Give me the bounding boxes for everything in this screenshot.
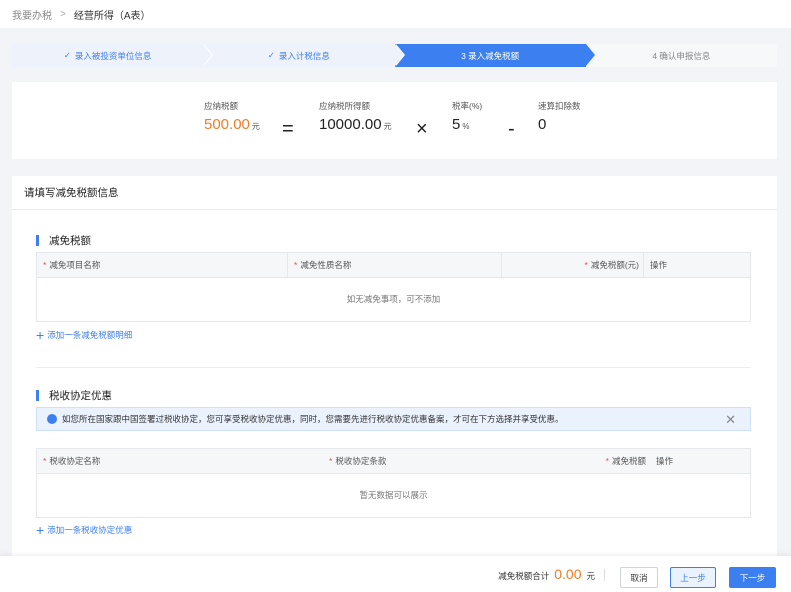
treaty-table: * 税收协定名称 * 税收协定条款 * 减免税额 操作 暂无数据可以展示	[36, 448, 751, 518]
column-header: * 税收协定条款	[329, 456, 387, 466]
minus-icon: -	[508, 118, 515, 140]
treaty-notice: 如您所在国家跟中国签署过税收协定，您可享受税收协定优惠，同时，您需要先进行税收协…	[36, 407, 751, 431]
step-1: ✓ 录入被投资单位信息	[12, 44, 214, 67]
section-marker	[36, 390, 39, 401]
panel-title: 请填写减免税额信息	[12, 176, 777, 210]
table-header: * 税收协定名称 * 税收协定条款 * 减免税额 操作	[37, 449, 750, 474]
check-icon: ✓	[63, 50, 71, 60]
step-label: 3 录入减免税额	[461, 50, 520, 61]
step-3: 3 录入减免税额	[394, 44, 595, 67]
quick-deduction: 速算扣除数 0	[538, 100, 581, 133]
column-header: 操作	[656, 456, 674, 466]
reduction-panel: 请填写减免税额信息 减免税额 * 减免项目名称 * 减免性质名称 * 减免税额(元) …	[12, 176, 777, 566]
close-icon[interactable]: ✕	[725, 412, 736, 428]
next-step-button[interactable]: 下一步	[729, 567, 776, 588]
step-label: 录入被投资单位信息	[74, 50, 152, 61]
breadcrumb-current: 经营所得（A表）	[73, 10, 151, 22]
plus-icon: +	[36, 522, 45, 538]
total-value: 0.00	[554, 566, 582, 582]
divider	[36, 367, 751, 368]
plus-icon: +	[36, 327, 45, 343]
reduction-section-title: 减免税额	[36, 233, 91, 248]
table-empty-text: 暂无数据可以展示	[359, 490, 428, 500]
add-reduction-label: 添加一条减免税额明细	[47, 330, 133, 340]
step-2: ✓ 录入计税信息	[203, 44, 405, 67]
tax-rate-unit: %	[462, 122, 470, 131]
tax-payable-label: 应纳税额	[204, 101, 239, 111]
breadcrumb-home-link[interactable]: 我要办税	[12, 7, 52, 22]
reduction-total: 减免税额合计 0.00 元	[498, 566, 595, 582]
taxable-income-label: 应纳税所得额	[319, 101, 371, 111]
step-4: 4 确认申报信息	[585, 44, 777, 67]
reduction-section-label: 减免税额	[49, 235, 91, 247]
tax-payable-value: 500.00	[204, 116, 250, 133]
tax-rate-value: 5	[452, 116, 461, 133]
previous-step-button[interactable]: 上一步	[670, 567, 716, 588]
tax-rate-label: 税率(%)	[452, 101, 483, 111]
footer-bar: 减免税额合计 0.00 元 取消 上一步 下一步	[0, 556, 791, 592]
treaty-section-title: 税收协定优惠	[36, 388, 112, 403]
tax-formula: 应纳税额 500.00 元 = 应纳税所得额 10000.00 元 × 税率(%) …	[12, 82, 777, 159]
divider	[604, 569, 605, 581]
treaty-section-label: 税收协定优惠	[49, 390, 112, 402]
total-unit: 元	[586, 571, 595, 581]
breadcrumb: 我要办税 > 经营所得（A表）	[0, 0, 791, 28]
quick-deduction-label: 速算扣除数	[538, 101, 581, 111]
step-label: 4 确认申报信息	[652, 50, 711, 61]
info-icon	[47, 414, 57, 424]
taxable-income-unit: 元	[383, 122, 392, 131]
breadcrumb-separator-icon: >	[60, 8, 66, 20]
step-label: 录入计税信息	[278, 50, 330, 61]
column-header: * 减免税额	[605, 456, 646, 466]
column-header: 操作	[650, 260, 668, 270]
column-header: * 减免税额(元)	[502, 253, 644, 278]
cancel-button[interactable]: 取消	[620, 567, 658, 588]
check-icon: ✓	[267, 50, 275, 60]
equals-icon: =	[282, 118, 294, 140]
column-header: * 减免性质名称	[288, 253, 502, 278]
add-treaty-label: 添加一条税收协定优惠	[47, 525, 133, 535]
table-header: * 减免项目名称 * 减免性质名称 * 减免税额(元) 操作	[37, 253, 750, 278]
treaty-notice-text: 如您所在国家跟中国签署过税收协定，您可享受税收协定优惠，同时，您需要先进行税收协…	[62, 414, 564, 424]
taxable-income-value: 10000.00	[319, 116, 382, 133]
column-header: * 税收协定名称	[43, 456, 101, 466]
tax-payable-unit: 元	[251, 122, 260, 131]
total-label: 减免税额合计	[498, 571, 550, 581]
add-reduction-button[interactable]: + 添加一条减免税额明细	[36, 327, 133, 343]
tax-rate: 税率(%) 5%	[452, 100, 482, 133]
table-empty-text: 如无减免事项，可不添加	[346, 294, 441, 304]
taxable-income: 应纳税所得额 10000.00 元	[319, 100, 392, 133]
tax-payable: 应纳税额 500.00 元	[204, 100, 260, 133]
step-progress: ✓ 录入被投资单位信息 ✓ 录入计税信息 3 录入减免税额 4 确认申报信息	[12, 44, 777, 67]
section-marker	[36, 235, 39, 246]
quick-deduction-value: 0	[538, 116, 547, 133]
reduction-table: * 减免项目名称 * 减免性质名称 * 减免税额(元) 操作 如无减免事项，可不添加	[36, 252, 751, 322]
times-icon: ×	[416, 118, 428, 140]
column-header: * 减免项目名称	[37, 253, 288, 278]
add-treaty-button[interactable]: + 添加一条税收协定优惠	[36, 522, 133, 538]
